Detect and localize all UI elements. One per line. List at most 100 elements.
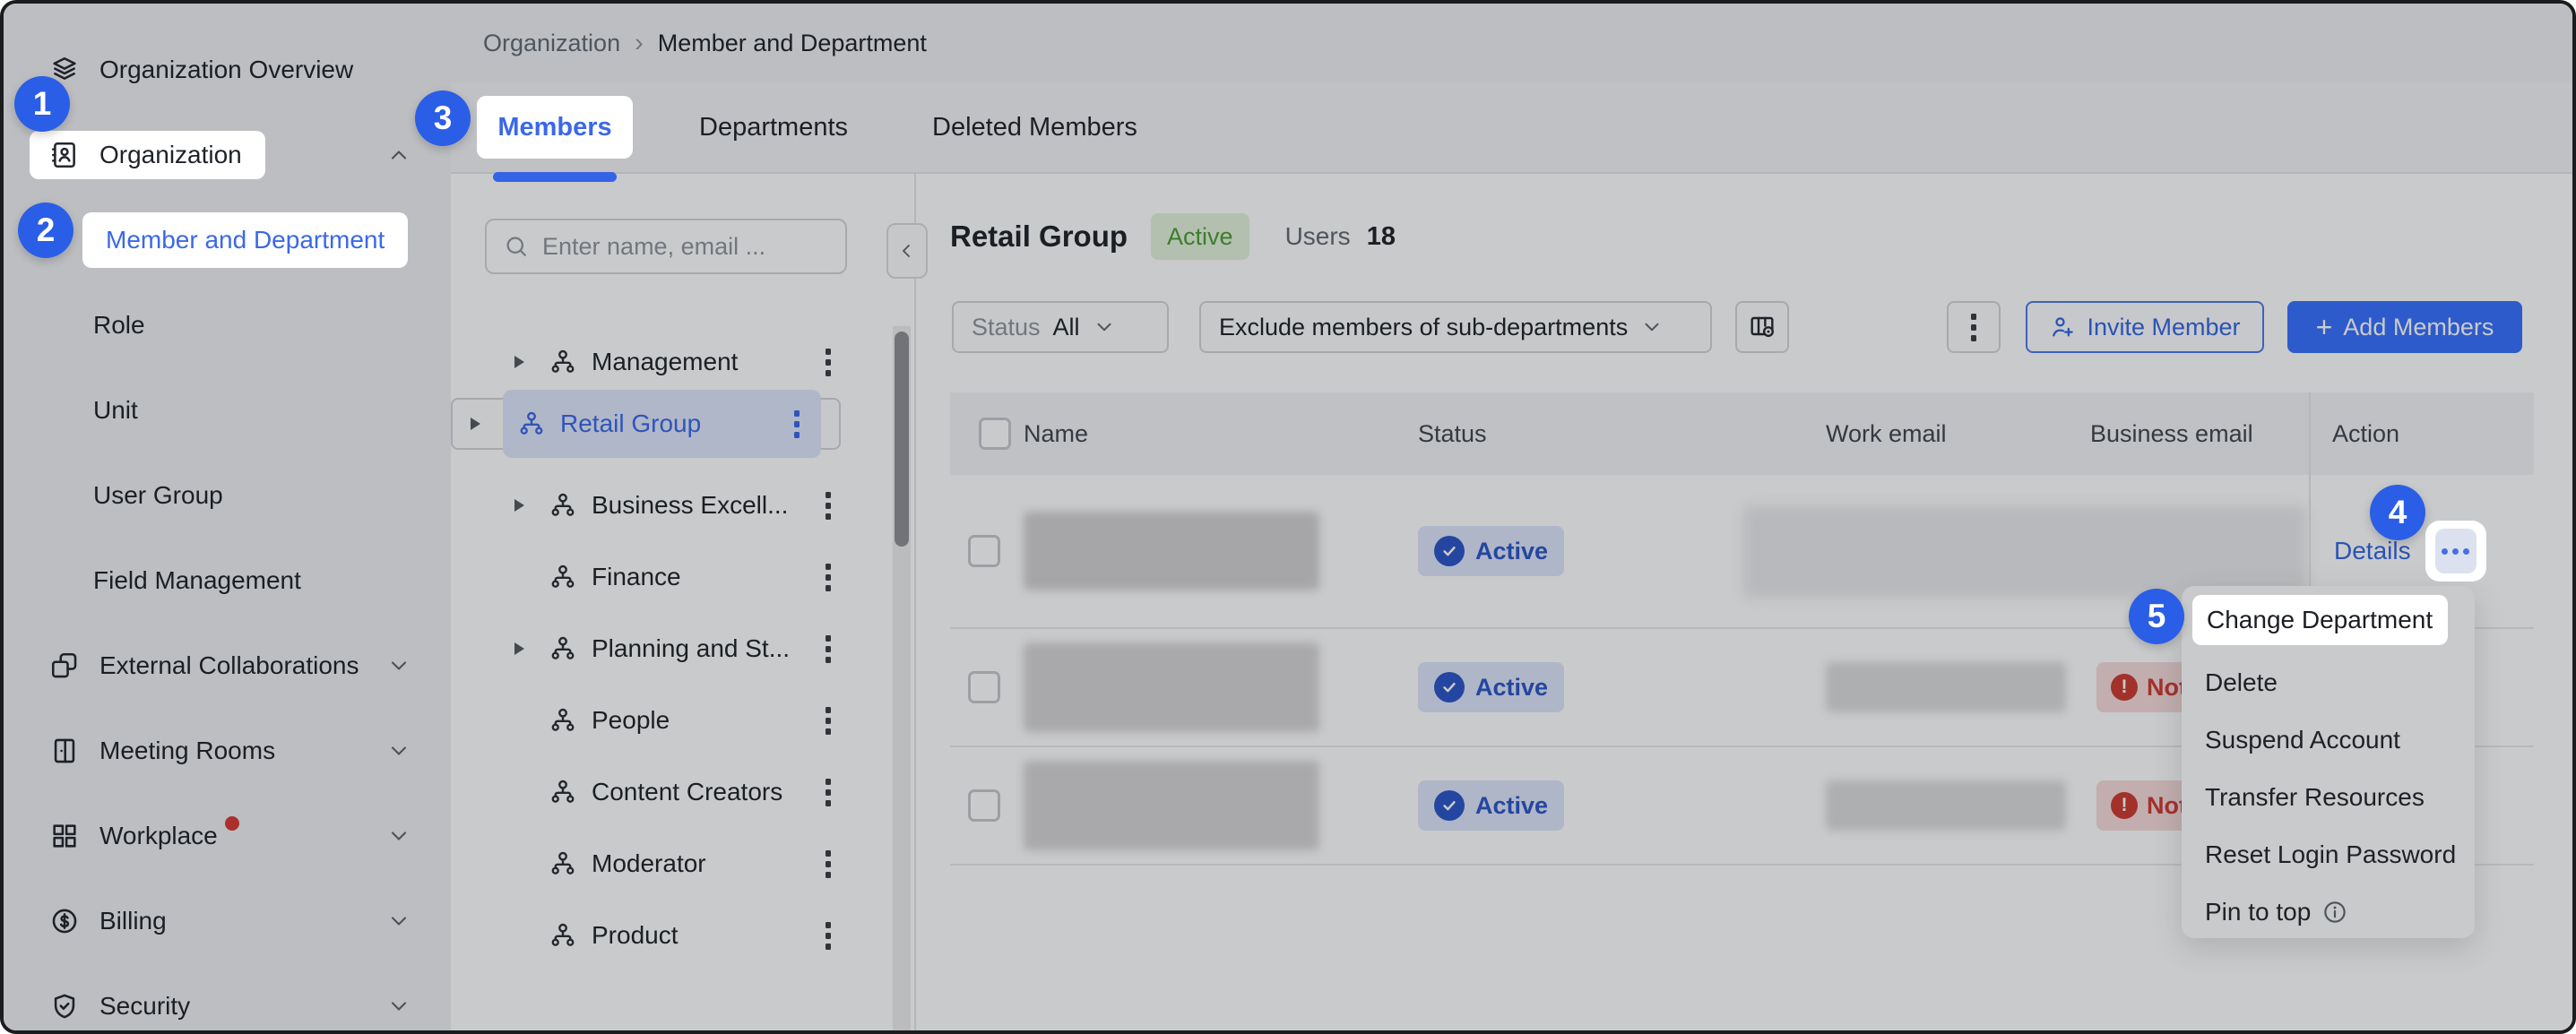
chevron-down-icon[interactable] xyxy=(386,994,411,1019)
sidebar-item-organization[interactable]: Organization xyxy=(4,112,451,197)
search-icon xyxy=(503,233,530,260)
sidebar-item-field-management[interactable]: Field Management xyxy=(4,538,451,623)
sidebar-item-user-group[interactable]: User Group xyxy=(4,452,451,538)
kebab-menu-icon[interactable] xyxy=(820,917,836,955)
column-header-status[interactable]: Status xyxy=(1407,420,1815,448)
details-link[interactable]: Details xyxy=(2334,537,2411,565)
expand-caret-icon[interactable] xyxy=(471,418,490,430)
department-icon xyxy=(517,409,546,438)
tab-members[interactable]: Members xyxy=(477,96,633,159)
sidebar-item-member-and-department-spotlight[interactable]: Member and Department xyxy=(82,212,408,268)
chevron-up-icon[interactable] xyxy=(386,142,411,168)
kebab-menu-icon xyxy=(1971,314,1976,341)
step-badge-1: 1 xyxy=(14,76,70,132)
sidebar-item-unit[interactable]: Unit xyxy=(4,367,451,452)
menu-item-delete[interactable]: Delete xyxy=(2182,654,2475,711)
step-badge-5: 5 xyxy=(2129,589,2184,644)
expand-caret-icon[interactable] xyxy=(514,499,534,512)
menu-item-transfer-resources[interactable]: Transfer Resources xyxy=(2182,769,2475,826)
tree-item-content-creators[interactable]: Content Creators xyxy=(451,756,914,828)
kebab-menu-icon[interactable] xyxy=(820,343,836,382)
check-circle-icon xyxy=(1434,790,1465,821)
chevron-down-icon[interactable] xyxy=(386,823,411,849)
kebab-menu-icon[interactable] xyxy=(820,630,836,668)
tab-deleted-members[interactable]: Deleted Members xyxy=(932,113,1137,142)
status-filter-value: All xyxy=(1053,314,1080,341)
chevron-down-icon[interactable] xyxy=(386,738,411,763)
tree-item-business-excellence[interactable]: Business Excell... xyxy=(451,470,914,541)
sidebar-item-role[interactable]: Role xyxy=(4,282,451,367)
row-checkbox[interactable] xyxy=(968,671,1000,703)
department-icon xyxy=(549,849,577,878)
sidebar-item-organization-spotlight[interactable]: Organization xyxy=(30,131,265,179)
tree-item-label: People xyxy=(592,706,806,735)
sidebar-item-workplace[interactable]: Workplace xyxy=(4,793,451,878)
column-header-business-email[interactable]: Business email xyxy=(2079,420,2309,448)
tree-item-management[interactable]: Management xyxy=(451,326,914,398)
tree-item-people[interactable]: People xyxy=(451,685,914,756)
chevron-down-icon[interactable] xyxy=(386,653,411,678)
shield-check-icon xyxy=(49,991,80,1021)
department-header: Retail Group Active Users 18 xyxy=(950,208,1396,265)
row-more-button-spotlight[interactable] xyxy=(2425,521,2486,582)
sidebar-item-label: Field Management xyxy=(93,566,301,595)
row-checkbox[interactable] xyxy=(968,535,1000,567)
department-search-input[interactable] xyxy=(542,233,829,261)
tab-strip: Members Departments Deleted Members xyxy=(451,82,2572,174)
scope-filter-dropdown[interactable]: Exclude members of sub-departments xyxy=(1199,301,1712,353)
column-header-name[interactable]: Name xyxy=(1013,420,1407,448)
kebab-menu-icon[interactable] xyxy=(820,773,836,812)
chevron-left-icon xyxy=(896,240,918,262)
menu-item-change-department-spotlight[interactable]: Change Department xyxy=(2192,595,2448,645)
contacts-book-icon xyxy=(49,140,80,170)
tree-item-finance[interactable]: Finance xyxy=(451,541,914,613)
department-title: Retail Group xyxy=(950,220,1128,254)
breadcrumb-organization[interactable]: Organization xyxy=(483,30,620,57)
department-icon xyxy=(549,778,577,806)
tree-item-product[interactable]: Product xyxy=(451,900,914,971)
ellipsis-icon[interactable] xyxy=(2435,529,2477,573)
check-circle-icon xyxy=(1434,536,1465,566)
department-icon xyxy=(549,491,577,520)
row-checkbox[interactable] xyxy=(968,789,1000,822)
column-settings-button[interactable] xyxy=(1735,301,1789,353)
invite-member-button[interactable]: Invite Member xyxy=(2026,301,2264,353)
sidebar-item-billing[interactable]: Billing xyxy=(4,878,451,963)
sidebar-item-label: User Group xyxy=(93,481,223,510)
sidebar-item-meeting-rooms[interactable]: Meeting Rooms xyxy=(4,708,451,793)
tab-departments[interactable]: Departments xyxy=(699,113,848,142)
menu-item-pin-to-top[interactable]: Pin to top xyxy=(2182,883,2475,941)
redacted-email-block xyxy=(1826,780,2066,831)
collapse-panel-button[interactable] xyxy=(886,223,928,279)
check-circle-icon xyxy=(1434,672,1465,702)
tree-item-moderator[interactable]: Moderator xyxy=(451,828,914,900)
column-settings-icon xyxy=(1748,313,1776,341)
status-badge: Active xyxy=(1418,526,1564,576)
kebab-menu-icon[interactable] xyxy=(820,558,836,597)
sidebar-item-organization-overview[interactable]: Organization Overview xyxy=(4,27,451,112)
add-members-button[interactable]: + Add Members xyxy=(2287,301,2522,353)
sidebar-item-external-collaborations[interactable]: External Collaborations xyxy=(4,623,451,708)
tree-item-planning-and-strategy[interactable]: Planning and St... xyxy=(451,613,914,685)
tree-item-retail-group[interactable]: Retail Group xyxy=(451,398,841,450)
redacted-email-block xyxy=(1826,662,2066,712)
tree-scrollbar-thumb[interactable] xyxy=(895,332,909,547)
expand-caret-icon[interactable] xyxy=(514,642,534,655)
more-actions-button[interactable] xyxy=(1947,301,2001,353)
expand-caret-icon[interactable] xyxy=(514,356,534,368)
status-filter-label: Status xyxy=(972,314,1041,341)
column-header-work-email[interactable]: Work email xyxy=(1815,420,2079,448)
kebab-menu-icon[interactable] xyxy=(820,487,836,525)
sidebar-item-security[interactable]: Security xyxy=(4,963,451,1034)
department-search[interactable] xyxy=(485,219,847,274)
menu-item-suspend-account[interactable]: Suspend Account xyxy=(2182,711,2475,769)
kebab-menu-icon[interactable] xyxy=(820,845,836,883)
kebab-menu-icon[interactable] xyxy=(820,702,836,740)
tree-item-label: Business Excell... xyxy=(592,491,806,520)
department-icon xyxy=(549,634,577,663)
status-filter-dropdown[interactable]: Status All xyxy=(952,301,1169,353)
kebab-menu-icon[interactable] xyxy=(789,405,805,444)
chevron-down-icon[interactable] xyxy=(386,909,411,934)
select-all-checkbox[interactable] xyxy=(979,418,1011,450)
menu-item-reset-login-password[interactable]: Reset Login Password xyxy=(2182,826,2475,883)
